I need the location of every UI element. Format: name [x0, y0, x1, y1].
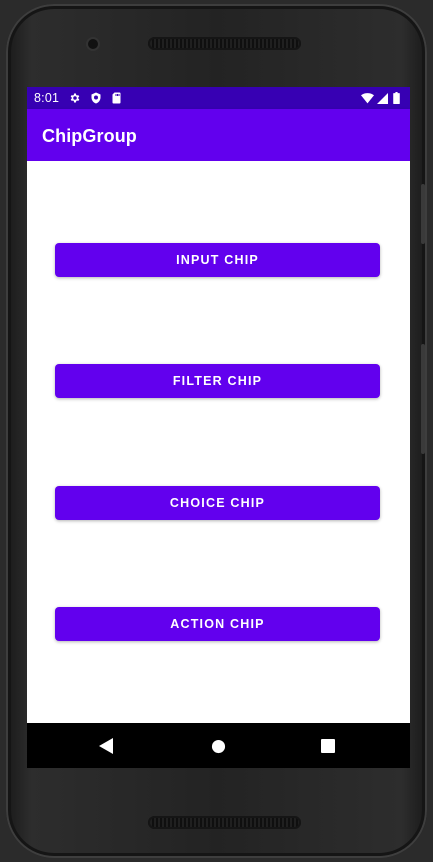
filter-chip-button[interactable]: FILTER CHIP — [55, 364, 380, 398]
input-chip-button[interactable]: INPUT CHIP — [55, 243, 380, 277]
app-bar: ChipGroup — [27, 109, 410, 161]
volume-button — [421, 184, 425, 244]
battery-icon — [393, 92, 400, 104]
cell-signal-icon — [377, 92, 388, 104]
action-chip-button[interactable]: ACTION CHIP — [55, 607, 380, 641]
choice-chip-button[interactable]: CHOICE CHIP — [55, 486, 380, 520]
gear-icon — [69, 92, 81, 104]
wifi-icon — [361, 92, 374, 104]
app-title: ChipGroup — [42, 126, 137, 146]
sd-card-icon — [111, 92, 122, 104]
status-bar: 8:01 — [27, 87, 410, 109]
status-time: 8:01 — [34, 91, 60, 105]
front-camera — [88, 39, 98, 49]
home-icon[interactable] — [207, 735, 229, 757]
emulator-stage: 8:01 ChipGroup INPUT CHIP FILTER CHIP CH… — [0, 0, 433, 862]
power-button — [421, 344, 425, 454]
bottom-speaker — [148, 816, 301, 829]
main-content: INPUT CHIP FILTER CHIP CHOICE CHIP ACTIO… — [27, 161, 410, 723]
navigation-bar — [27, 723, 410, 768]
earpiece-speaker — [148, 37, 301, 50]
shield-icon — [90, 92, 102, 104]
recents-icon[interactable] — [317, 735, 339, 757]
device-screen: 8:01 ChipGroup INPUT CHIP FILTER CHIP CH… — [27, 87, 410, 768]
back-icon[interactable] — [95, 735, 117, 757]
